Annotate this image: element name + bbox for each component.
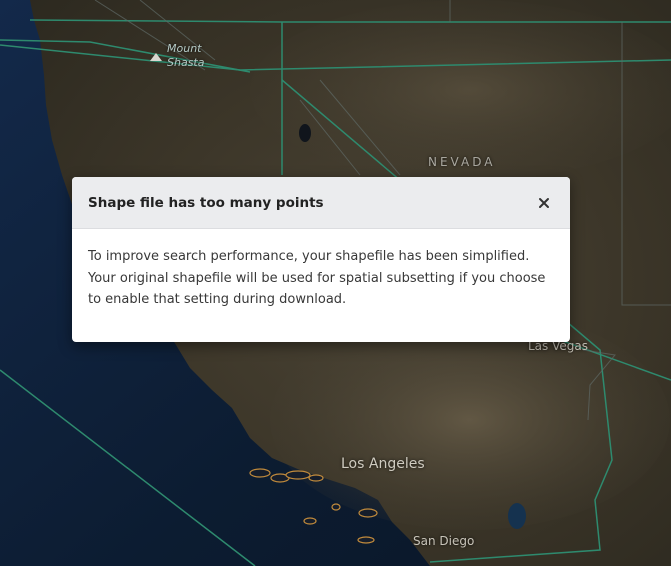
map-label-mount-shasta-line1: Mount: [167, 42, 202, 55]
map-label-nevada: NEVADA: [428, 155, 496, 169]
lake: [299, 124, 311, 142]
close-button[interactable]: [534, 193, 554, 213]
map-label-mount-shasta-line2: Shasta: [167, 56, 205, 69]
modal-body-text: To improve search performance, your shap…: [88, 249, 546, 307]
desert-area-north: [250, 0, 671, 180]
salton-sea: [508, 503, 526, 529]
mountain-peak-icon: [150, 53, 162, 61]
map-label-mount-shasta: Mount Shasta: [167, 42, 204, 70]
desert-area: [270, 310, 670, 530]
shapefile-warning-modal: Shape file has too many points To improv…: [72, 177, 570, 342]
modal-title: Shape file has too many points: [88, 194, 324, 211]
modal-header: Shape file has too many points: [72, 177, 570, 229]
map-label-san-diego: San Diego: [413, 534, 475, 548]
close-icon[interactable]: [538, 197, 550, 209]
map-label-los-angeles: Los Angeles: [341, 456, 425, 472]
